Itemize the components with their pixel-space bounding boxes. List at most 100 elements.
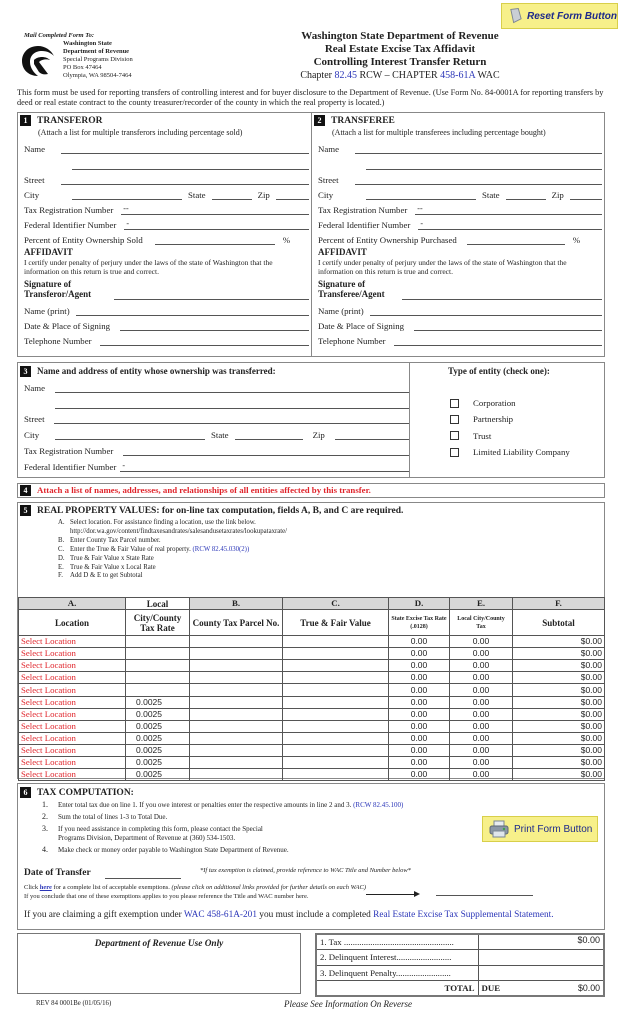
parcel-number-field[interactable]	[189, 647, 283, 661]
location-select[interactable]: Select Location	[18, 743, 126, 758]
parcel-number-field[interactable]	[189, 768, 283, 782]
true-fair-value-field[interactable]	[282, 683, 389, 697]
location-select[interactable]: Select Location	[18, 731, 126, 745]
date-of-transfer-field[interactable]	[105, 868, 181, 879]
parcel-number-field[interactable]	[189, 695, 283, 709]
location-select[interactable]: Select Location	[18, 635, 126, 649]
entity-zip-field[interactable]	[334, 429, 409, 440]
transferor-date-place-field[interactable]	[120, 320, 309, 331]
wac-reference-field[interactable]	[436, 884, 533, 896]
parcel-number-field[interactable]	[189, 635, 283, 649]
state-tax-cell: 0.00	[388, 719, 450, 733]
transferee-name-field-2[interactable]	[366, 159, 602, 170]
true-fair-value-field[interactable]	[282, 659, 389, 673]
location-select[interactable]: Select Location	[18, 659, 126, 673]
location-select[interactable]: Select Location	[18, 768, 126, 782]
rcw-link[interactable]: (RCW 82.45.100)	[353, 801, 403, 809]
transferor-name-field[interactable]	[61, 143, 309, 154]
true-fair-value-field[interactable]	[282, 756, 389, 770]
local-tax-cell: 0.00	[449, 635, 513, 649]
rcw-link[interactable]: 82.45	[334, 70, 357, 81]
true-fair-value-field[interactable]	[282, 743, 389, 758]
transferor-street-field[interactable]	[60, 174, 309, 185]
true-fair-value-field[interactable]	[282, 707, 389, 721]
transferee-name-field[interactable]	[355, 143, 602, 154]
location-select[interactable]: Select Location	[18, 671, 126, 685]
wac-link[interactable]: 458-61A	[440, 70, 475, 81]
transferee-state-field[interactable]	[505, 189, 546, 200]
transferor-name-field-2[interactable]	[72, 159, 309, 170]
parcel-number-field[interactable]	[189, 659, 283, 673]
rcw-link[interactable]: (RCW 82.45.030(2))	[193, 546, 250, 553]
transferee-signature-field[interactable]	[402, 289, 602, 300]
entity-state-field[interactable]	[234, 429, 303, 440]
percent-purchased-field[interactable]	[466, 234, 565, 245]
checkbox[interactable]	[450, 414, 459, 424]
location-select[interactable]: Select Location	[18, 695, 126, 709]
true-fair-value-field[interactable]	[282, 731, 389, 745]
parcel-number-field[interactable]	[189, 719, 283, 733]
transferee-city-field[interactable]	[366, 189, 476, 200]
transferor-signature-field[interactable]	[114, 289, 309, 300]
true-fair-value-field[interactable]	[282, 647, 389, 661]
location-select[interactable]: Select Location	[18, 707, 126, 721]
entity-fed-id-field[interactable]: -	[120, 461, 409, 472]
transferee-phone-field[interactable]	[393, 335, 602, 346]
entity-type-option[interactable]: Trust	[450, 428, 570, 444]
true-fair-value-field[interactable]	[282, 671, 389, 685]
parcel-number-field[interactable]	[189, 683, 283, 697]
transferor-zip-field[interactable]	[275, 189, 309, 200]
checkbox[interactable]	[450, 398, 459, 408]
transferor-phone-field[interactable]	[99, 335, 309, 346]
entity-tax-reg-field[interactable]	[123, 445, 409, 456]
transferor-city-field[interactable]	[72, 189, 182, 200]
transferor-name-print-field[interactable]	[75, 305, 309, 316]
entity-name-field-2[interactable]	[55, 398, 409, 409]
checkbox[interactable]	[450, 431, 459, 441]
reset-form-button[interactable]: Reset Form Button	[501, 3, 618, 29]
entity-city-field[interactable]	[55, 429, 205, 440]
transferee-date-place-field[interactable]	[414, 320, 602, 331]
true-fair-value-field[interactable]	[282, 768, 389, 782]
supplemental-statement-link[interactable]: Real Estate Excise Tax Supplemental Stat…	[373, 910, 553, 920]
transferee-name-print-field[interactable]	[369, 305, 602, 316]
percent-sold-field[interactable]	[154, 234, 275, 245]
entity-type-option[interactable]: Corporation	[450, 395, 570, 411]
entity-type-option[interactable]: Limited Liability Company	[450, 444, 570, 460]
parcel-number-field[interactable]	[189, 707, 283, 721]
parcel-number-field[interactable]	[189, 671, 283, 685]
form-title: Washington State Department of Revenue	[301, 30, 499, 42]
totals-amount-field[interactable]	[477, 964, 605, 981]
transferor-state-field[interactable]	[211, 189, 252, 200]
address-line: Washington State	[63, 40, 112, 47]
transferee-zip-field[interactable]	[569, 189, 602, 200]
location-select[interactable]: Select Location	[18, 683, 126, 697]
true-fair-value-field[interactable]	[282, 695, 389, 709]
tax-instructions: 1. Enter total tax due on line 1. If you …	[42, 800, 472, 858]
date-place-label: Date & Place of Signing	[318, 321, 404, 331]
totals-amount-field[interactable]: $0.00	[477, 933, 605, 950]
checkbox[interactable]	[450, 447, 459, 457]
transferee-street-field[interactable]	[354, 174, 602, 185]
totals-amount-field[interactable]	[477, 949, 605, 966]
entity-name-field[interactable]	[55, 382, 409, 393]
column-letter: A.	[18, 596, 126, 611]
location-select[interactable]: Select Location	[18, 647, 126, 661]
exemptions-here-link[interactable]: here	[40, 884, 52, 891]
transferor-fed-id-field[interactable]: -	[124, 219, 309, 230]
location-select[interactable]: Select Location	[18, 756, 126, 770]
true-fair-value-field[interactable]	[282, 719, 389, 733]
parcel-number-field[interactable]	[189, 743, 283, 758]
entity-type-option[interactable]: Partnership	[450, 411, 570, 427]
gift-wac-link[interactable]: WAC 458-61A-201	[184, 910, 257, 920]
parcel-number-field[interactable]	[189, 731, 283, 745]
location-select[interactable]: Select Location	[18, 719, 126, 733]
parcel-number-field[interactable]	[189, 756, 283, 770]
chapter-reference: Chapter 82.45 RCW – CHAPTER 458-61A WAC	[270, 69, 530, 82]
entity-street-field[interactable]	[53, 413, 409, 424]
transferor-tax-reg-field[interactable]: --	[121, 204, 309, 215]
true-fair-value-field[interactable]	[282, 635, 389, 649]
print-form-button[interactable]: Print Form Button	[482, 816, 598, 842]
transferee-tax-reg-field[interactable]: --	[415, 204, 602, 215]
transferee-fed-id-field[interactable]: -	[418, 219, 602, 230]
